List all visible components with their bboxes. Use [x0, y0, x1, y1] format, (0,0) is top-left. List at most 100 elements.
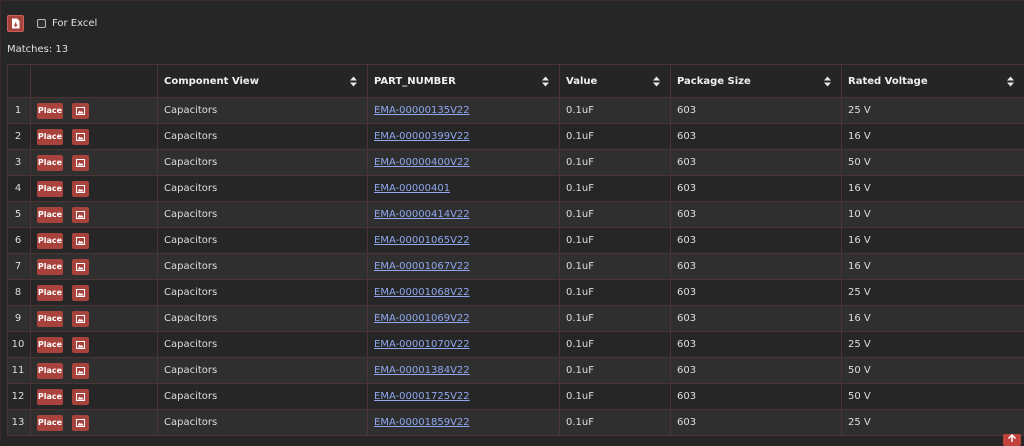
place-button[interactable]: Place — [37, 259, 63, 275]
place-button[interactable]: Place — [37, 233, 63, 249]
part-number-link[interactable]: EMA-00001069V22 — [374, 313, 470, 324]
export-button[interactable] — [7, 15, 24, 32]
rated-voltage-cell: 50 V — [842, 384, 1024, 410]
place-button[interactable]: Place — [37, 103, 63, 119]
image-icon — [76, 185, 85, 193]
table-row: 13PlaceCapacitorsEMA-00001859V220.1uF603… — [8, 410, 1024, 436]
part-number-link[interactable]: EMA-00000401 — [374, 183, 450, 194]
rated-voltage-cell: 25 V — [842, 280, 1024, 306]
value-cell: 0.1uF — [560, 358, 671, 384]
place-button[interactable]: Place — [37, 207, 63, 223]
component-view-cell: Capacitors — [158, 228, 368, 254]
view-image-button[interactable] — [72, 337, 89, 353]
rated-voltage-cell: 50 V — [842, 358, 1024, 384]
package-size-cell: 603 — [671, 332, 842, 358]
part-number-link[interactable]: EMA-00001065V22 — [374, 235, 470, 246]
rated-voltage-cell: 25 V — [842, 98, 1024, 124]
package-size-cell: 603 — [671, 410, 842, 436]
header-part-number[interactable]: PART_NUMBER — [368, 65, 560, 98]
row-actions: Place — [31, 358, 158, 384]
package-size-cell: 603 — [671, 358, 842, 384]
value-cell: 0.1uF — [560, 124, 671, 150]
for-excel-checkbox[interactable] — [37, 19, 46, 28]
row-actions: Place — [31, 384, 158, 410]
part-number-cell: EMA-00000399V22 — [368, 124, 560, 150]
row-index: 5 — [8, 202, 31, 228]
part-number-link[interactable]: EMA-00001384V22 — [374, 365, 470, 376]
value-cell: 0.1uF — [560, 332, 671, 358]
row-actions: Place — [31, 176, 158, 202]
row-actions: Place — [31, 124, 158, 150]
header-value[interactable]: Value — [560, 65, 671, 98]
part-number-link[interactable]: EMA-00001067V22 — [374, 261, 470, 272]
row-index: 13 — [8, 410, 31, 436]
view-image-button[interactable] — [72, 311, 89, 327]
view-image-button[interactable] — [72, 415, 89, 431]
part-number-link[interactable]: EMA-00000135V22 — [374, 105, 470, 116]
view-image-button[interactable] — [72, 207, 89, 223]
header-package-size[interactable]: Package Size — [671, 65, 842, 98]
package-size-cell: 603 — [671, 124, 842, 150]
package-size-cell: 603 — [671, 176, 842, 202]
view-image-button[interactable] — [72, 389, 89, 405]
place-button[interactable]: Place — [37, 389, 63, 405]
view-image-button[interactable] — [72, 259, 89, 275]
place-button[interactable]: Place — [37, 129, 63, 145]
row-index: 1 — [8, 98, 31, 124]
table-row: 10PlaceCapacitorsEMA-00001070V220.1uF603… — [8, 332, 1024, 358]
component-view-cell: Capacitors — [158, 150, 368, 176]
place-button[interactable]: Place — [37, 363, 63, 379]
row-index: 11 — [8, 358, 31, 384]
view-image-button[interactable] — [72, 103, 89, 119]
rated-voltage-cell: 16 V — [842, 124, 1024, 150]
view-image-button[interactable] — [72, 181, 89, 197]
view-image-button[interactable] — [72, 285, 89, 301]
value-cell: 0.1uF — [560, 98, 671, 124]
sort-icon — [653, 76, 660, 87]
header-component-view[interactable]: Component View — [158, 65, 368, 98]
image-icon — [76, 159, 85, 167]
package-size-cell: 603 — [671, 98, 842, 124]
header-rated-voltage[interactable]: Rated Voltage — [842, 65, 1024, 98]
header-label: Rated Voltage — [848, 76, 928, 87]
view-image-button[interactable] — [72, 155, 89, 171]
part-number-link[interactable]: EMA-00001725V22 — [374, 391, 470, 402]
value-cell: 0.1uF — [560, 280, 671, 306]
image-icon — [76, 289, 85, 297]
place-button[interactable]: Place — [37, 415, 63, 431]
for-excel-label: For Excel — [52, 18, 97, 29]
header-index — [8, 65, 31, 98]
part-number-link[interactable]: EMA-00001070V22 — [374, 339, 470, 350]
package-size-cell: 603 — [671, 202, 842, 228]
view-image-button[interactable] — [72, 233, 89, 249]
part-number-link[interactable]: EMA-00000399V22 — [374, 131, 470, 142]
part-number-link[interactable]: EMA-00000400V22 — [374, 157, 470, 168]
place-button[interactable]: Place — [37, 181, 63, 197]
component-view-cell: Capacitors — [158, 124, 368, 150]
component-view-cell: Capacitors — [158, 384, 368, 410]
sort-icon — [824, 76, 831, 87]
table-row: 6PlaceCapacitorsEMA-00001065V220.1uF6031… — [8, 228, 1024, 254]
place-button[interactable]: Place — [37, 155, 63, 171]
image-icon — [76, 367, 85, 375]
image-icon — [76, 237, 85, 245]
image-icon — [76, 107, 85, 115]
part-number-link[interactable]: EMA-00001859V22 — [374, 417, 470, 428]
for-excel-toggle[interactable]: For Excel — [37, 18, 97, 29]
place-button[interactable]: Place — [37, 311, 63, 327]
view-image-button[interactable] — [72, 129, 89, 145]
part-number-link[interactable]: EMA-00001068V22 — [374, 287, 470, 298]
image-icon — [76, 341, 85, 349]
part-number-cell: EMA-00000414V22 — [368, 202, 560, 228]
value-cell: 0.1uF — [560, 176, 671, 202]
place-button[interactable]: Place — [37, 285, 63, 301]
part-number-cell: EMA-00001859V22 — [368, 410, 560, 436]
value-cell: 0.1uF — [560, 150, 671, 176]
package-size-cell: 603 — [671, 384, 842, 410]
table-row: 11PlaceCapacitorsEMA-00001384V220.1uF603… — [8, 358, 1024, 384]
place-button[interactable]: Place — [37, 337, 63, 353]
part-number-link[interactable]: EMA-00000414V22 — [374, 209, 470, 220]
view-image-button[interactable] — [72, 363, 89, 379]
package-size-cell: 603 — [671, 228, 842, 254]
scroll-to-top-button[interactable] — [1003, 434, 1021, 446]
